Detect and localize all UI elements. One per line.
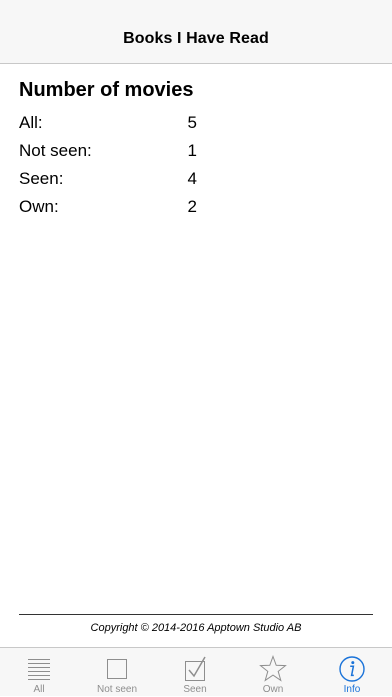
tab-label: Not seen [96,684,138,695]
tab-label: Own [262,684,284,695]
stat-label: Seen: [19,169,64,188]
empty-checkbox-icon [107,659,127,679]
stat-row-all: All: 5 [19,113,197,135]
stat-value: 4 [187,169,197,188]
footer-divider [19,614,373,615]
stat-label: Not seen: [19,141,92,160]
tab-info[interactable]: Info [312,648,392,697]
tab-all[interactable]: All [0,648,78,697]
tab-bar: All Not seen Seen Own Info [0,647,392,696]
stat-value: 2 [187,197,197,216]
copyright-text: Copyright © 2014-2016 Apptown Studio AB [90,622,302,634]
tab-label: All [33,684,45,695]
stat-value: 1 [187,141,197,160]
page-title: Books I Have Read [123,30,269,47]
stat-row-own: Own: 2 [19,197,197,219]
stat-row-seen: Seen: 4 [19,169,197,191]
tab-seen[interactable]: Seen [156,648,234,697]
stats-heading: Number of movies [19,79,194,101]
tab-label: Info [343,684,361,695]
star-icon [259,655,287,682]
tab-label: Seen [183,684,207,695]
info-icon [339,656,365,682]
stat-row-not-seen: Not seen: 1 [19,141,197,163]
tab-own[interactable]: Own [234,648,312,697]
checked-checkbox-icon [185,656,206,681]
list-icon [28,659,50,680]
tab-not-seen[interactable]: Not seen [78,648,156,697]
stat-label: All: [19,113,43,132]
stat-value: 5 [187,113,197,132]
stat-label: Own: [19,197,59,216]
navigation-bar: Books I Have Read [0,0,392,64]
